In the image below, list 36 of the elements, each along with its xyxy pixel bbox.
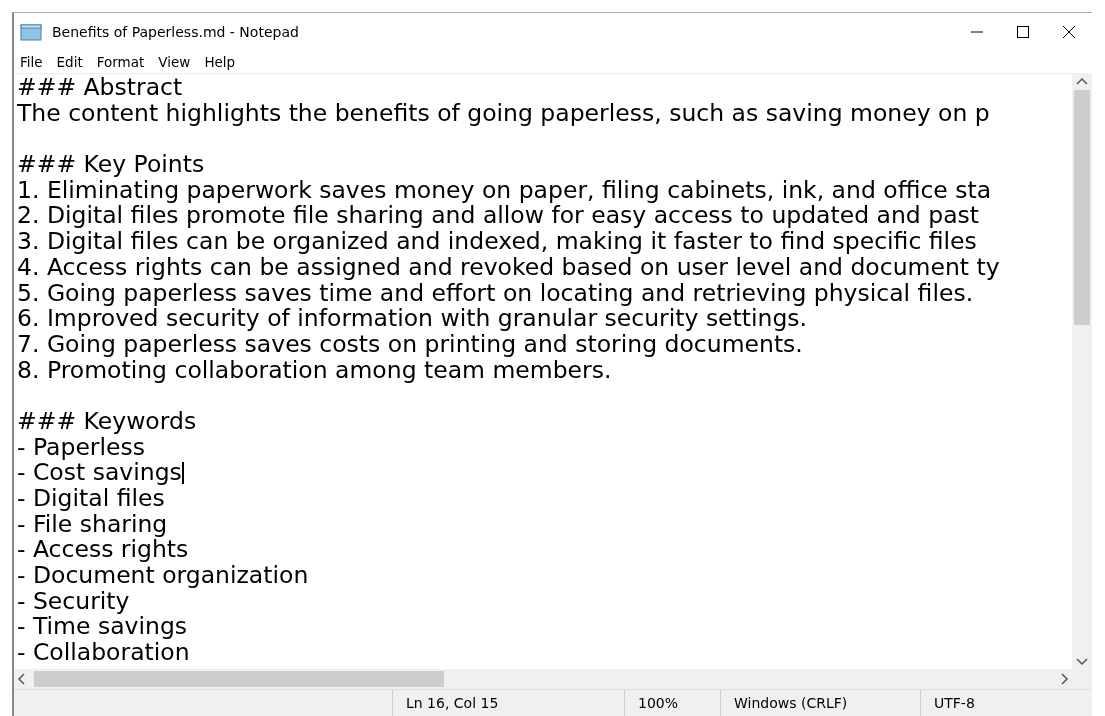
cursor-position: Ln 16, Col 15 [392,690,624,716]
horizontal-scrollbar[interactable] [14,669,1072,689]
line-ending: Windows (CRLF) [720,690,920,716]
notepad-icon [20,23,42,41]
window-title: Benefits of Paperless.md - Notepad [52,24,299,40]
text-line: ### Abstract [17,75,183,101]
text-line: 6. Improved security of information with granular security settings. [17,306,808,332]
zoom-level: 100% [624,690,720,716]
text-line: - Time savings [17,614,188,641]
text-line: - File sharing [17,511,168,538]
text-line: 1. Eliminating paperwork saves money on paper, filing cabinets, ink, and office sta [17,177,992,204]
scroll-thumb[interactable] [1074,90,1090,325]
menu-item[interactable]: Format [92,54,151,70]
text-line: 4. Access rights can be assigned and revoked based on user level and document ty [17,254,1000,281]
text-line: 2. Digital files promote file sharing and allow for easy access to updated and past [17,203,980,230]
text-line: - Access rights [17,537,189,564]
text-line: - Digital files [17,486,165,512]
text-line: ### Key Points [17,152,205,178]
menu-item[interactable]: Edit [52,54,89,70]
text-line: 3. Digital files can be organized and indexed, making it faster to find specific files [17,229,977,255]
menu-item[interactable]: View [154,54,197,70]
text-line: - Cost savings [17,460,182,486]
text-line: The content highlights the benefits of going paperless, such as saving money on p [17,100,990,127]
encoding: UTF-8 [920,690,1040,716]
text-line: - Security [17,588,130,615]
menu-item[interactable]: File [16,54,49,70]
text-line: 5. Going paperless saves time and effort on locating and retrieving physical files. [17,280,974,307]
text-line: 7. Going paperless saves costs on printing and storing documents. [17,331,803,358]
scroll-thumb[interactable] [34,671,444,687]
text-line: - Paperless [17,434,145,461]
text-line: - Document organization [17,563,309,589]
menu-item[interactable]: Help [200,54,242,70]
vertical-scrollbar[interactable] [1072,74,1092,669]
text-line: - Collaboration [17,640,190,666]
text-line: ### Keywords [17,408,197,435]
text-line: 8. Promoting collaboration among team members. [17,357,612,384]
